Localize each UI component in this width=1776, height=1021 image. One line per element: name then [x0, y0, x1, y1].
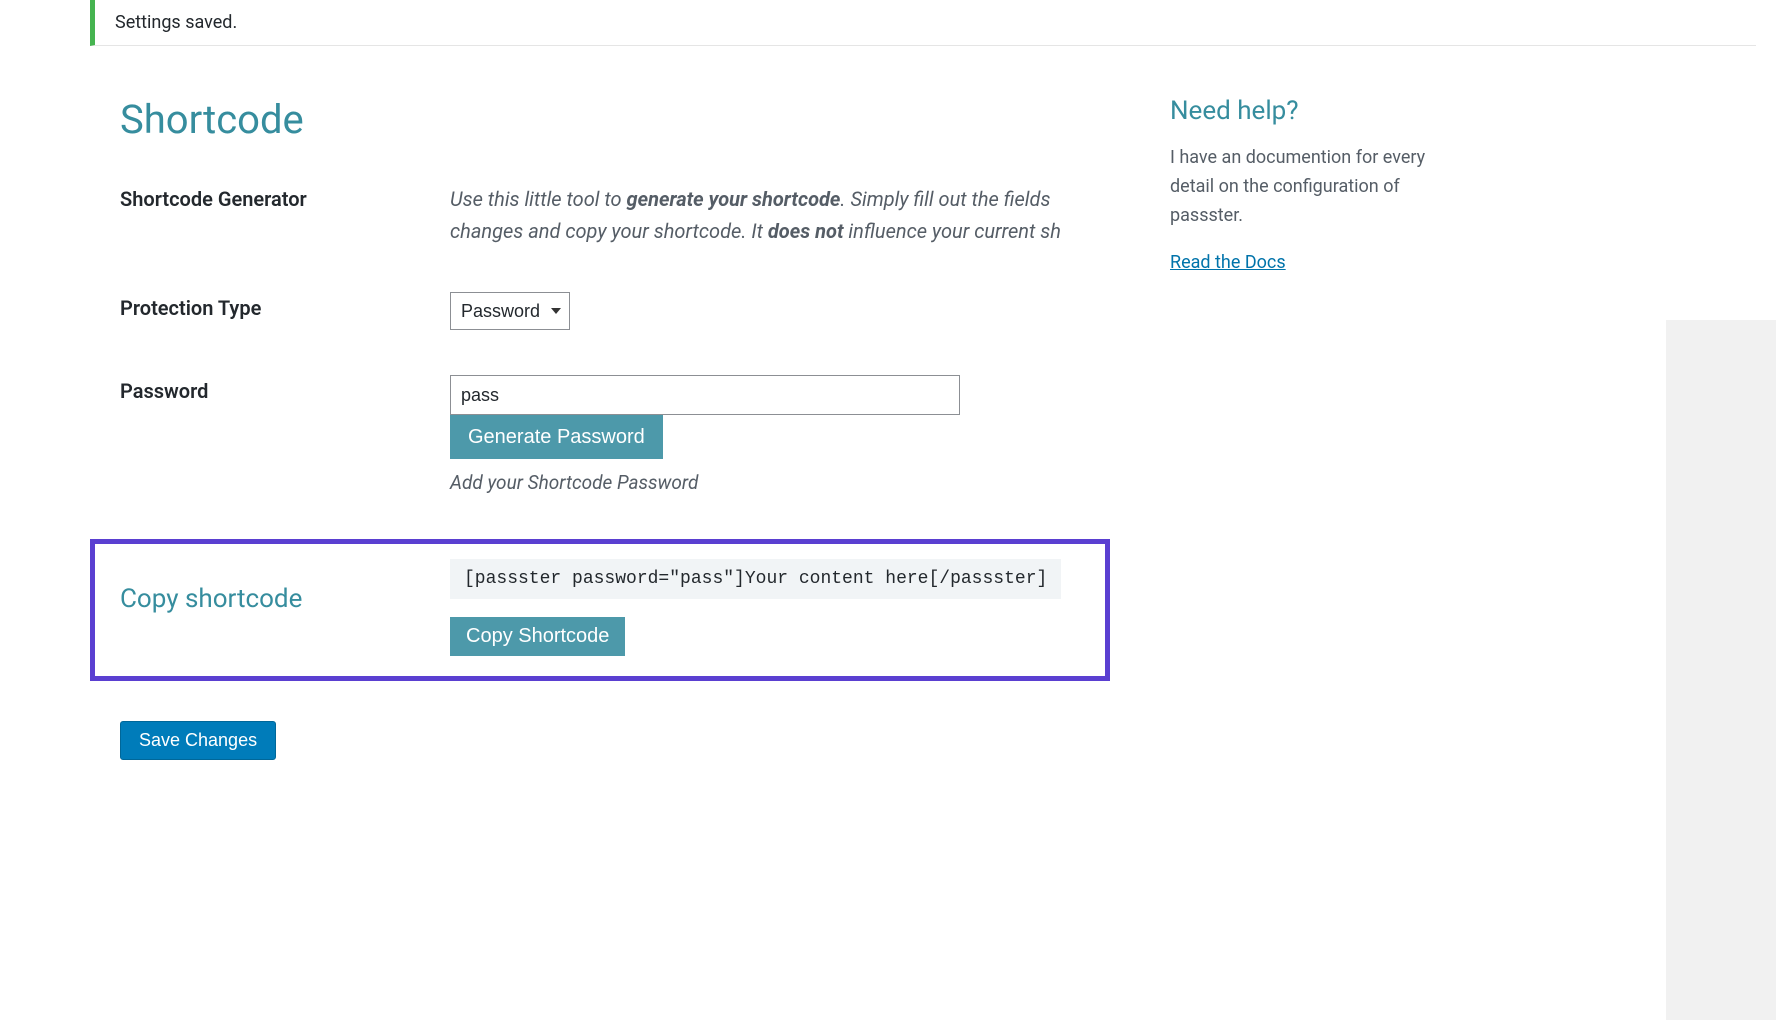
help-text: I have an documention for every detail o…: [1170, 144, 1430, 230]
label-copy-shortcode: Copy shortcode: [120, 559, 450, 614]
protection-type-select[interactable]: Password: [450, 292, 570, 330]
sidebar-grey-panel: [1666, 320, 1776, 1020]
row-protection-type: Protection Type Password: [120, 292, 1110, 330]
help-title: Need help?: [1170, 96, 1430, 126]
copy-shortcode-highlight-box: Copy shortcode [passster password="pass"…: [90, 539, 1110, 681]
password-input[interactable]: [450, 375, 960, 415]
row-shortcode-generator: Shortcode Generator Use this little tool…: [120, 183, 1110, 247]
notice-text: Settings saved.: [115, 12, 237, 33]
copy-shortcode-button[interactable]: Copy Shortcode: [450, 617, 625, 656]
row-password: Password Generate Password Add your Shor…: [120, 375, 1110, 494]
help-sidebar: Need help? I have an documention for eve…: [1170, 96, 1430, 760]
label-protection-type: Protection Type: [120, 292, 450, 320]
password-hint: Add your Shortcode Password: [450, 471, 1110, 494]
shortcode-output: [passster password="pass"]Your content h…: [450, 559, 1061, 599]
label-password: Password: [120, 375, 450, 403]
label-shortcode-generator: Shortcode Generator: [120, 183, 450, 211]
settings-saved-notice: Settings saved.: [90, 0, 1756, 46]
save-changes-button[interactable]: Save Changes: [120, 721, 276, 760]
generator-description-line1: Use this little tool to generate your sh…: [450, 183, 1090, 215]
read-docs-link[interactable]: Read the Docs: [1170, 252, 1286, 273]
generate-password-button[interactable]: Generate Password: [450, 415, 663, 459]
generator-description-line2: changes and copy your shortcode. It does…: [450, 215, 1090, 247]
section-title: Shortcode: [120, 96, 1110, 143]
